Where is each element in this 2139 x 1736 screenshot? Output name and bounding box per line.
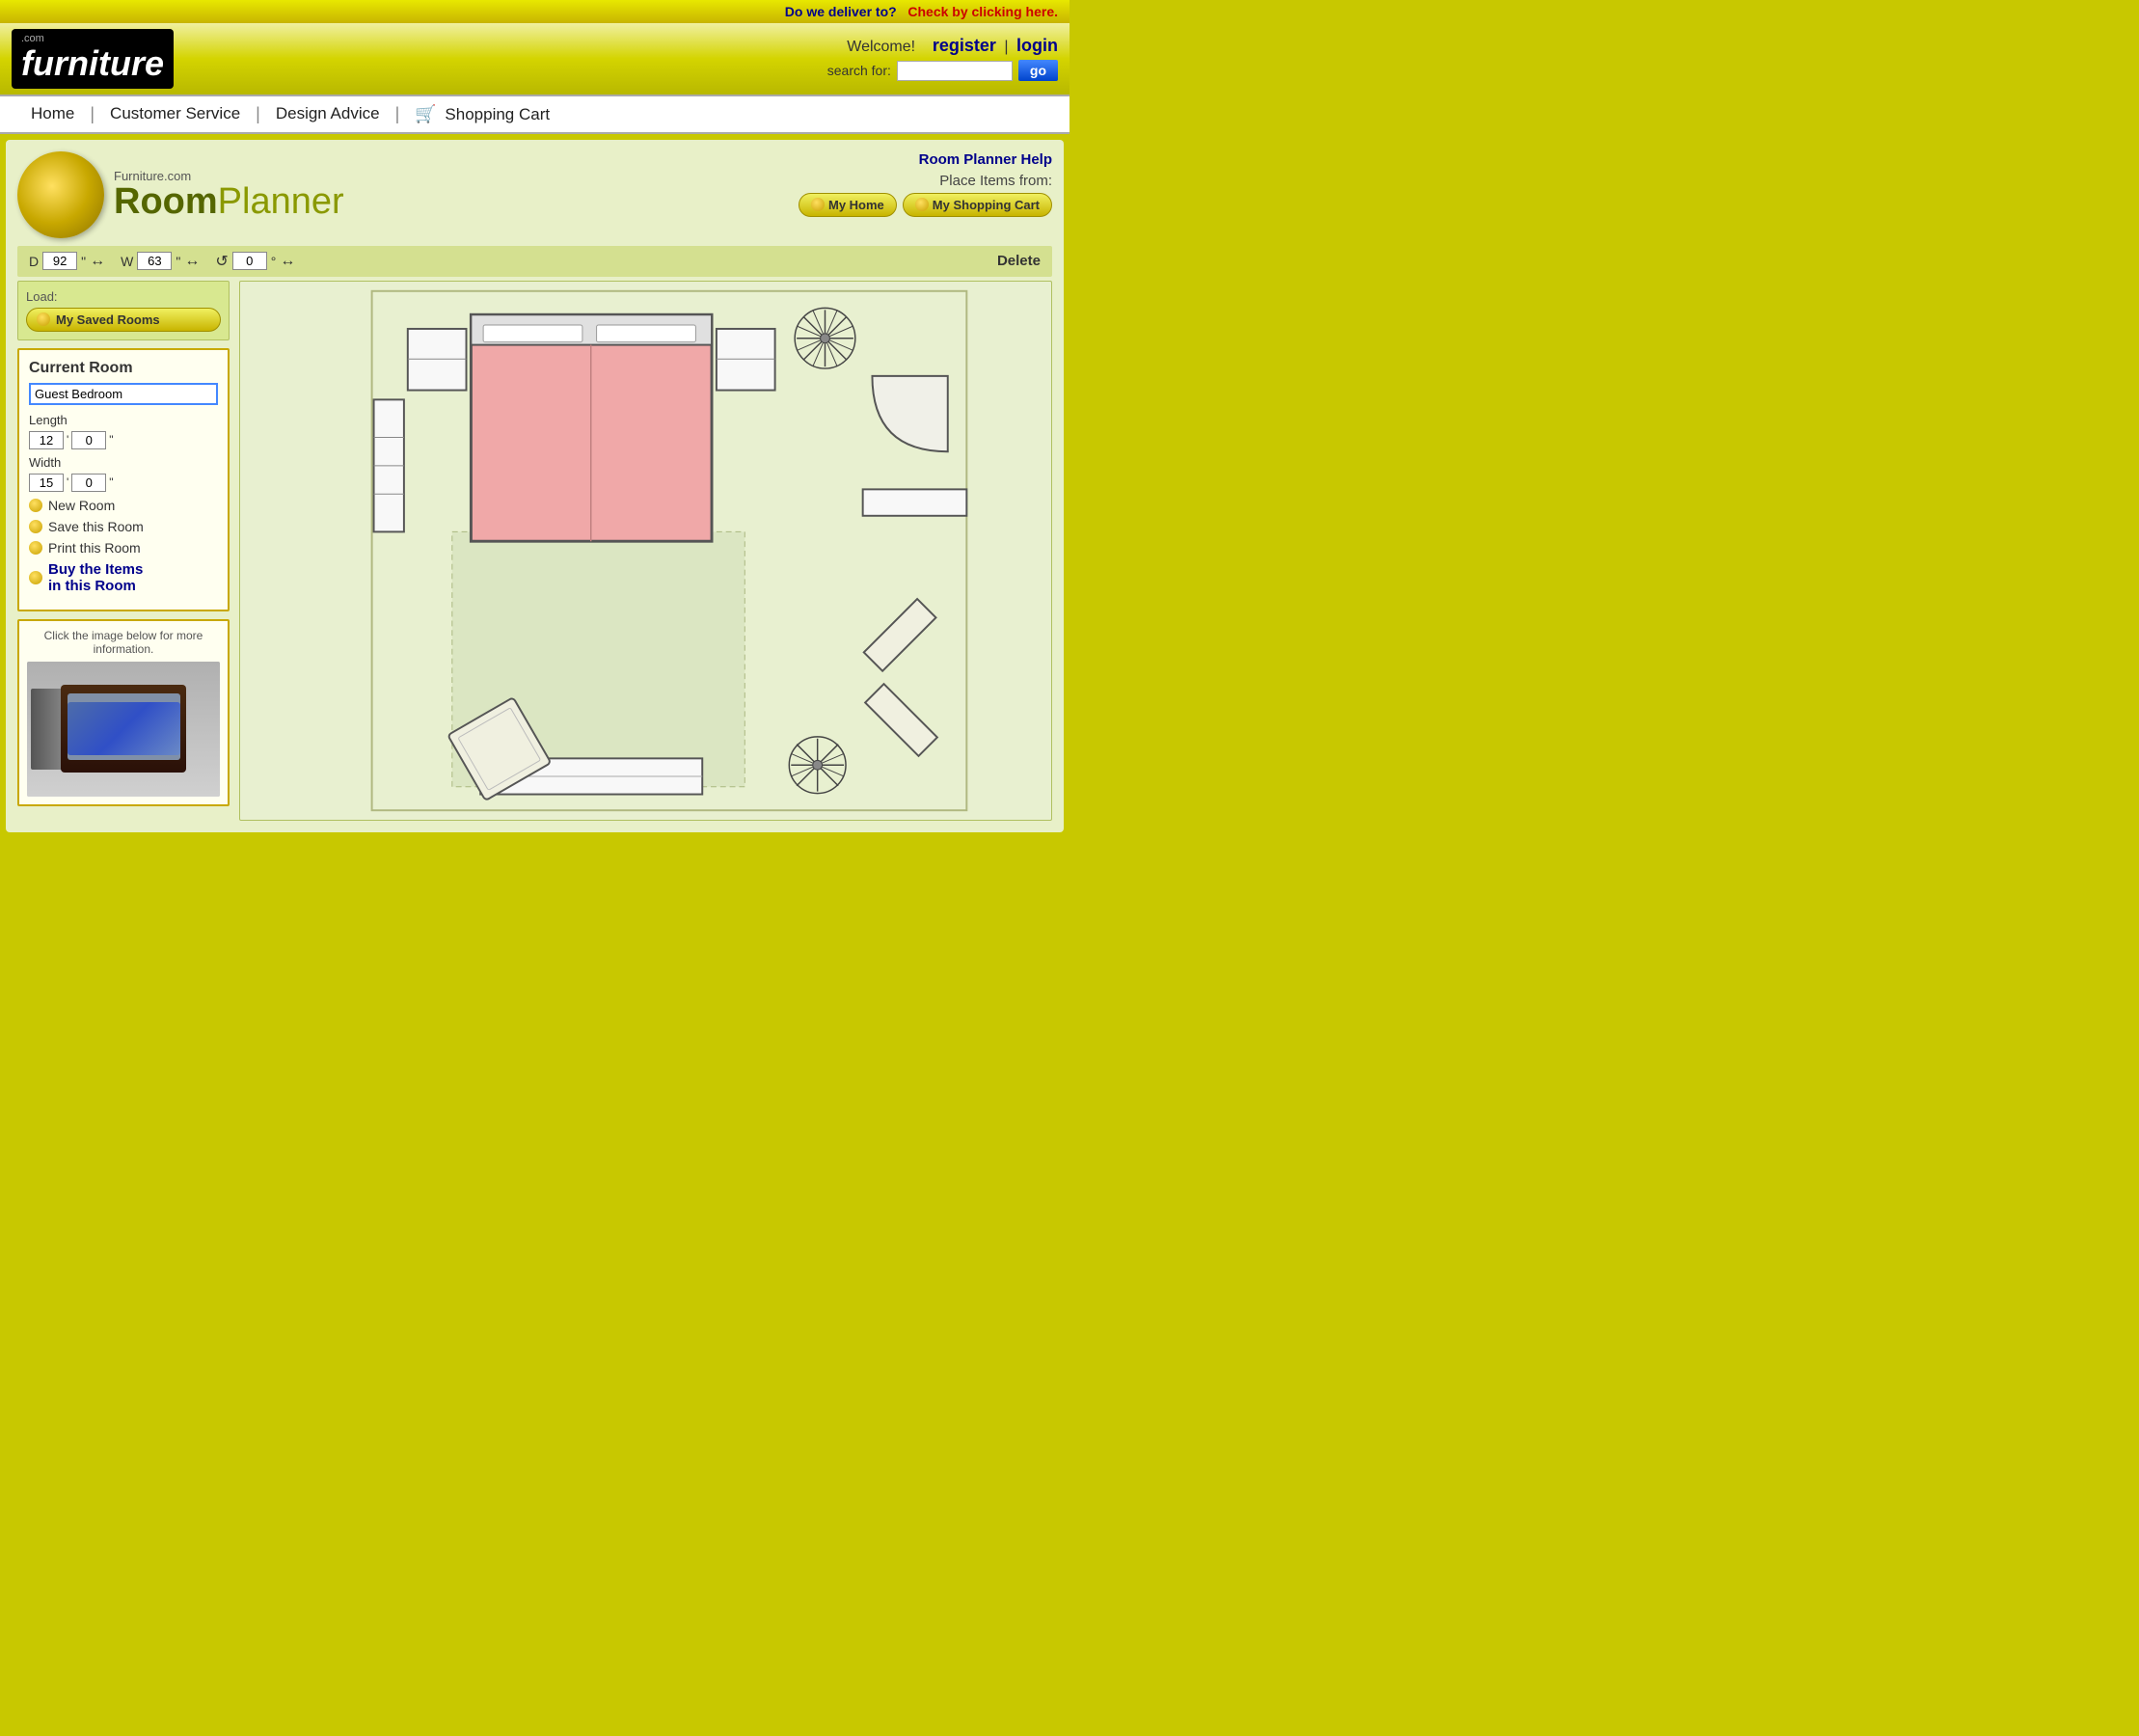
angle-arrow: ↔ [280,253,295,270]
content-split: Load: My Saved Rooms Current Room Length… [17,281,1052,821]
room-actions: New Room Save this Room Print this Room … [29,498,218,594]
new-room-label: New Room [48,498,115,513]
delivery-bar: Do we deliver to? Check by clicking here… [0,0,1070,23]
depth-label: D [29,254,39,269]
planner-circle-icon [17,151,104,238]
width-arrow: ↔ [184,253,200,270]
width-input[interactable] [137,252,172,270]
search-line: search for: go [827,60,1058,81]
bed-blanket-thumb [68,702,180,755]
delivery-question: Do we deliver to? [785,4,897,19]
header: .com furniture Welcome! register | login… [0,23,1070,95]
separator: | [1004,39,1008,55]
room-name-input[interactable] [29,383,218,405]
save-room-item[interactable]: Save this Room [29,519,218,534]
search-label: search for: [827,63,891,78]
current-room-title: Current Room [29,360,218,377]
planner-help-link[interactable]: Room Planner Help [919,151,1052,168]
width-unit: " [176,254,180,269]
new-room-item[interactable]: New Room [29,498,218,513]
nav-design-advice[interactable]: Design Advice [260,104,395,123]
room-floor-plan [240,282,1051,820]
logo-name: furniture [21,44,164,83]
my-cart-button[interactable]: My Shopping Cart [903,193,1052,217]
print-room-label: Print this Room [48,540,141,556]
cart-icon: 🛒 [415,104,436,123]
bed-thumbnail[interactable] [27,662,220,797]
place-items-label: Place Items from: [799,173,1052,189]
current-room-box: Current Room Length ' " Width ' " [17,348,230,611]
planner-logo-text: Furniture.com Room Planner [114,169,344,220]
planner-help-area: Room Planner Help Place Items from: My H… [799,151,1052,217]
length-ft-tick: ' [67,433,68,447]
print-room-bullet [29,541,42,555]
delete-button[interactable]: Delete [997,253,1041,269]
my-home-bullet [811,198,825,211]
nav-bar: Home | Customer Service | Design Advice … [0,95,1070,134]
buy-items-item[interactable]: Buy the Itemsin this Room [29,561,218,594]
my-cart-bullet [915,198,929,211]
load-label: Load: [26,289,221,304]
width-ft-tick: ' [67,475,68,489]
save-room-bullet [29,520,42,533]
delivery-check-link[interactable]: Check by clicking here. [907,4,1058,19]
width-control: W " ↔ [121,252,200,270]
width-in-input[interactable] [71,474,106,492]
saved-rooms-button[interactable]: My Saved Rooms [26,308,221,332]
length-ft-input[interactable] [29,431,64,449]
buy-items-label: Buy the Itemsin this Room [48,561,143,594]
length-in-tick: " [109,433,113,447]
planner-logo: Furniture.com Room Planner [17,151,344,238]
my-home-button[interactable]: My Home [799,193,897,217]
planner-header: Furniture.com Room Planner Room Planner … [17,151,1052,238]
welcome-line: Welcome! register | login [827,36,1058,56]
width-row: ' " [29,474,218,492]
planner-word: Planner [218,183,344,220]
thumbnail-area: Click the image below for more informati… [17,619,230,806]
length-label: Length [29,413,218,427]
bed-scene [27,662,220,797]
main-content: Furniture.com Room Planner Room Planner … [6,140,1064,832]
load-section: Load: My Saved Rooms [17,281,230,340]
logo-area: .com furniture [12,29,174,89]
print-room-item[interactable]: Print this Room [29,540,218,556]
width-in-tick: " [109,475,113,489]
angle-input[interactable] [232,252,267,270]
buy-items-bullet [29,571,42,584]
depth-arrow: ↔ [90,253,105,270]
length-in-input[interactable] [71,431,106,449]
width-label-left: Width [29,455,218,470]
depth-input[interactable] [42,252,77,270]
nav-home[interactable]: Home [15,104,90,123]
search-input[interactable] [897,61,1013,81]
thumb-caption: Click the image below for more informati… [27,629,220,656]
go-button[interactable]: go [1018,60,1058,81]
depth-unit: " [81,254,86,269]
save-room-label: Save this Room [48,519,144,534]
nav-customer-service[interactable]: Customer Service [95,104,256,123]
room-canvas[interactable] [239,281,1052,821]
controls-row: D " ↔ W " ↔ ↺ ° ↔ Delete [17,246,1052,277]
login-link[interactable]: login [1016,36,1058,55]
rotation-control: ↺ ° ↔ [215,252,295,271]
angle-unit: ° [271,254,277,269]
bottom-bar [0,838,1070,867]
logo-box: .com furniture [12,29,174,89]
header-right: Welcome! register | login search for: go [827,36,1058,81]
left-panel: Load: My Saved Rooms Current Room Length… [17,281,230,821]
width-ft-input[interactable] [29,474,64,492]
saved-rooms-bullet [37,312,50,326]
register-link[interactable]: register [933,36,996,55]
rotate-icon: ↺ [215,252,228,271]
place-items-btns: My Home My Shopping Cart [799,193,1052,217]
width-label: W [121,254,133,269]
new-room-bullet [29,499,42,512]
length-row: ' " [29,431,218,449]
nav-shopping-cart[interactable]: 🛒 Shopping Cart [399,104,565,124]
depth-control: D " ↔ [29,252,105,270]
bed-body-thumb [61,685,186,773]
planner-room: Room [114,183,218,220]
welcome-text: Welcome! [847,39,915,55]
